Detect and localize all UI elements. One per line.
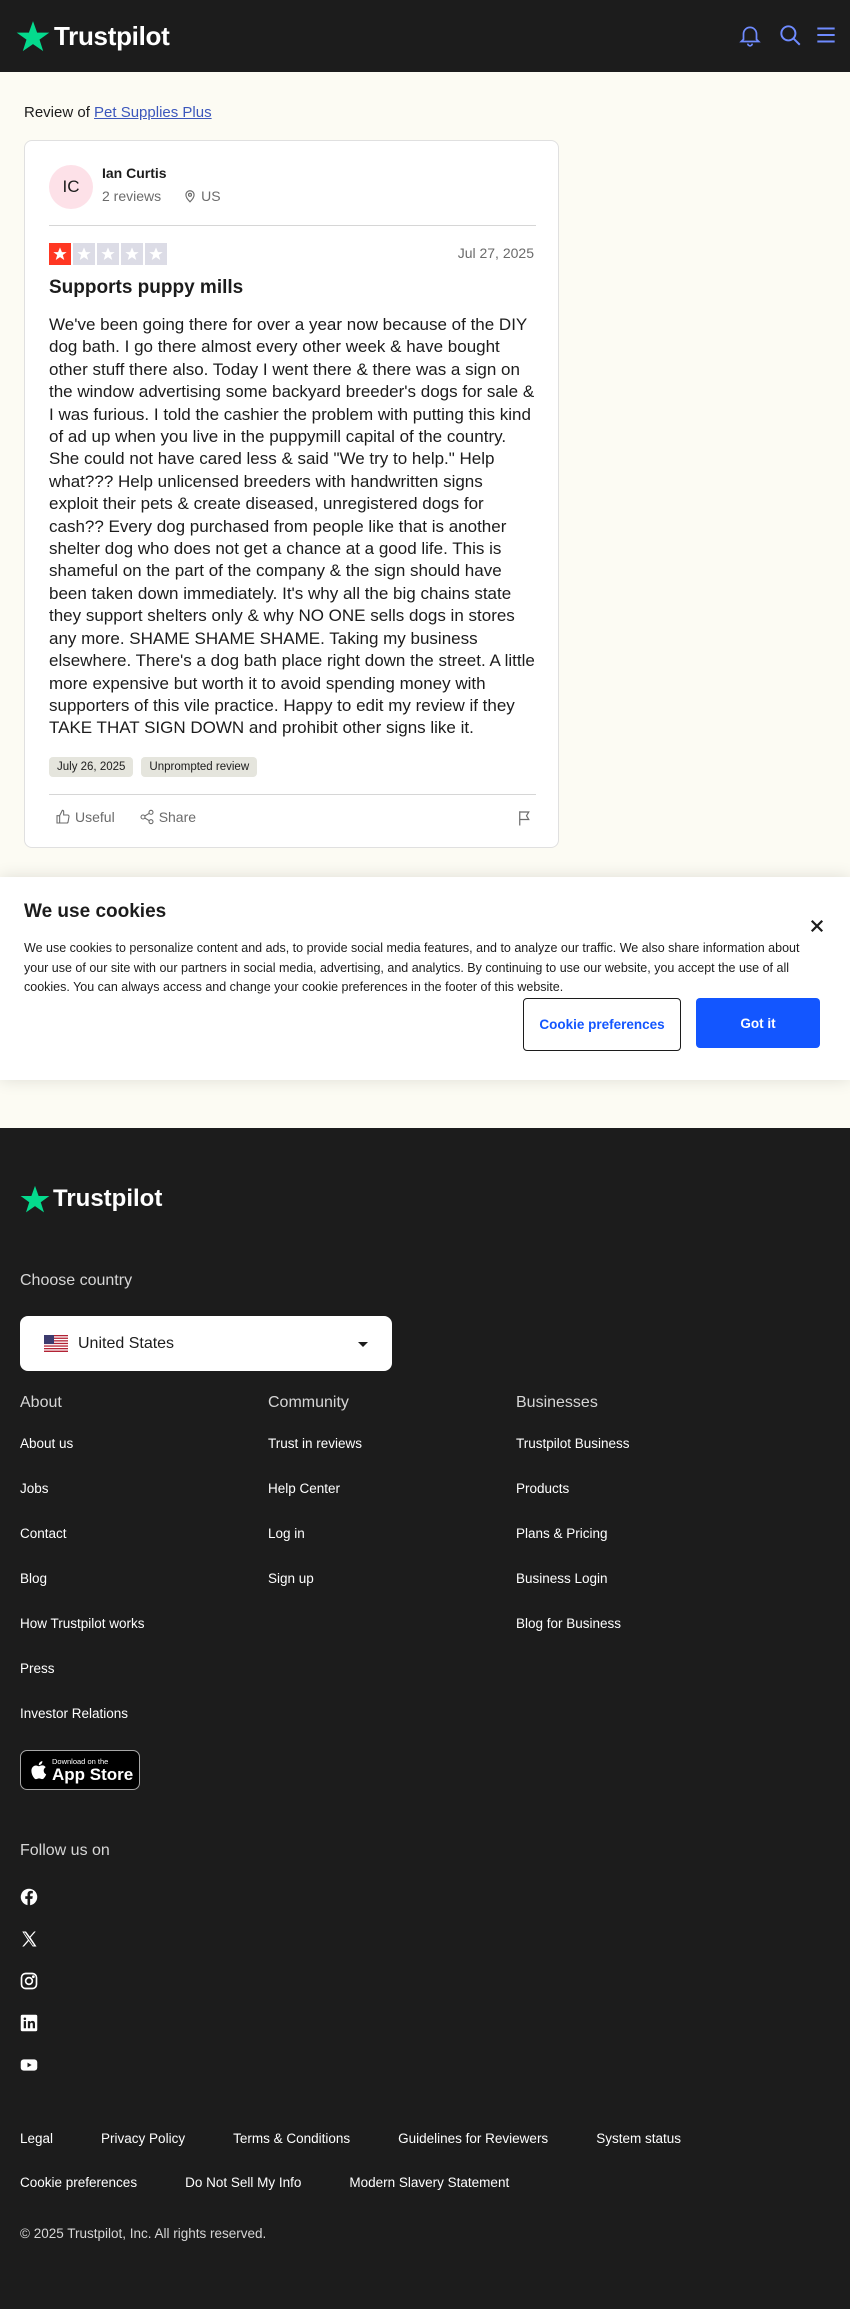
cookie-preferences-button[interactable]: Cookie preferences bbox=[523, 998, 681, 1051]
search-icon[interactable] bbox=[777, 22, 803, 48]
us-flag-icon bbox=[44, 1335, 68, 1352]
cookie-banner: We use cookies We use cookies to persona… bbox=[0, 877, 850, 1080]
share-label: Share bbox=[158, 809, 197, 825]
footer-link-trust-in-reviews[interactable]: Trust in reviews bbox=[268, 1436, 362, 1481]
footer-logo[interactable]: Trustpilot bbox=[20, 1184, 162, 1214]
instagram-icon[interactable] bbox=[20, 1972, 38, 1990]
copyright: © 2025 Trustpilot, Inc. All rights reser… bbox=[20, 2226, 267, 2241]
footer-link-privacy-policy[interactable]: Privacy Policy bbox=[101, 2131, 185, 2146]
footer-link-plans-pricing[interactable]: Plans & Pricing bbox=[516, 1526, 630, 1571]
star-icon bbox=[49, 243, 71, 265]
footer-link-help-center[interactable]: Help Center bbox=[268, 1481, 362, 1526]
share-icon bbox=[140, 809, 154, 825]
footer-link-sign-up[interactable]: Sign up bbox=[268, 1571, 362, 1616]
trustpilot-wordmark: Trustpilot bbox=[53, 1185, 163, 1212]
trustpilot-wordmark: Trustpilot bbox=[54, 20, 170, 51]
app-store-big-text: App Store bbox=[52, 1764, 134, 1784]
footer-link-investor-relations[interactable]: Investor Relations bbox=[20, 1706, 145, 1751]
footer-link-blog[interactable]: Blog bbox=[20, 1571, 145, 1616]
cookie-banner-title: We use cookies bbox=[24, 901, 167, 922]
review-body: We've been going there for over a year n… bbox=[49, 315, 535, 738]
review-card: IC Ian Curtis 2 reviews US Jul 27, 2025 … bbox=[24, 140, 559, 848]
apple-icon bbox=[31, 1761, 47, 1780]
thumbs-up-icon bbox=[56, 809, 70, 824]
accept-cookies-button[interactable]: Got it bbox=[696, 998, 820, 1048]
footer-link-terms[interactable]: Terms & Conditions bbox=[233, 2131, 350, 2146]
footer-link-products[interactable]: Products bbox=[516, 1481, 630, 1526]
star-rating bbox=[49, 243, 167, 265]
follow-us-label: Follow us on bbox=[20, 1842, 110, 1859]
choose-country-label: Choose country bbox=[20, 1272, 133, 1289]
reviewer-meta: 2 reviews US bbox=[102, 188, 221, 204]
footer: Trustpilot Choose country United States … bbox=[0, 1128, 850, 2309]
country-select[interactable]: United States bbox=[20, 1316, 392, 1371]
youtube-icon[interactable] bbox=[20, 2056, 38, 2074]
star-icon bbox=[145, 243, 167, 265]
review-type-badge: Unprompted review bbox=[141, 757, 258, 777]
footer-link-press[interactable]: Press bbox=[20, 1661, 145, 1706]
footer-link-log-in[interactable]: Log in bbox=[268, 1526, 362, 1571]
bell-icon[interactable] bbox=[737, 22, 763, 48]
footer-link-trustpilot-business[interactable]: Trustpilot Business bbox=[516, 1436, 630, 1481]
legal-links-row-1: Legal Privacy Policy Terms & Conditions … bbox=[20, 2131, 729, 2146]
location-pin-icon bbox=[185, 190, 195, 203]
review-of-breadcrumb: Review of Pet Supplies Plus bbox=[24, 104, 212, 121]
divider bbox=[49, 794, 536, 795]
star-icon bbox=[97, 243, 119, 265]
company-link[interactable]: Pet Supplies Plus bbox=[94, 104, 212, 121]
trustpilot-star-icon bbox=[20, 1185, 50, 1213]
footer-link-do-not-sell[interactable]: Do Not Sell My Info bbox=[185, 2175, 301, 2190]
share-button[interactable]: Share bbox=[139, 809, 196, 825]
review-date: Jul 27, 2025 bbox=[457, 245, 534, 261]
experience-date-badge: July 26, 2025 bbox=[49, 757, 134, 777]
footer-link-contact[interactable]: Contact bbox=[20, 1526, 145, 1571]
divider bbox=[49, 225, 536, 226]
useful-button[interactable]: Useful bbox=[55, 809, 115, 825]
review-of-prefix: Review of bbox=[24, 104, 95, 121]
footer-link-cookie-preferences[interactable]: Cookie preferences bbox=[20, 2175, 137, 2190]
footer-column-businesses: Businesses Trustpilot Business Products … bbox=[516, 1394, 630, 1661]
footer-column-title: Businesses bbox=[516, 1394, 598, 1411]
footer-link-business-login[interactable]: Business Login bbox=[516, 1571, 630, 1616]
star-icon bbox=[73, 243, 95, 265]
footer-link-about-us[interactable]: About us bbox=[20, 1436, 145, 1481]
trustpilot-logo[interactable]: Trustpilot bbox=[16, 19, 170, 53]
facebook-icon[interactable] bbox=[20, 1888, 38, 1906]
flag-icon[interactable] bbox=[516, 809, 534, 827]
footer-column-title: Community bbox=[268, 1394, 349, 1411]
chevron-down-icon bbox=[358, 1342, 368, 1347]
footer-link-legal[interactable]: Legal bbox=[20, 2131, 53, 2146]
legal-links-row-2: Cookie preferences Do Not Sell My Info M… bbox=[20, 2175, 557, 2190]
footer-column-about: About About us Jobs Contact Blog How Tru… bbox=[20, 1394, 145, 1751]
menu-icon[interactable] bbox=[813, 22, 839, 48]
footer-link-modern-slavery[interactable]: Modern Slavery Statement bbox=[349, 2175, 509, 2190]
useful-label: Useful bbox=[75, 809, 115, 825]
review-count: 2 reviews bbox=[102, 188, 162, 204]
footer-link-jobs[interactable]: Jobs bbox=[20, 1481, 145, 1526]
footer-column-title: About bbox=[20, 1394, 62, 1411]
star-icon bbox=[121, 243, 143, 265]
reviewer-country: US bbox=[201, 188, 221, 204]
footer-link-how-it-works[interactable]: How Trustpilot works bbox=[20, 1616, 145, 1661]
review-title: Supports puppy mills bbox=[49, 277, 244, 298]
linkedin-icon[interactable] bbox=[20, 2014, 38, 2032]
top-navigation-bar: Trustpilot bbox=[0, 0, 850, 72]
trustpilot-star-icon bbox=[16, 21, 50, 52]
footer-link-blog-for-business[interactable]: Blog for Business bbox=[516, 1616, 630, 1661]
review-actions: Useful Share bbox=[55, 809, 220, 825]
footer-column-community: Community Trust in reviews Help Center L… bbox=[268, 1394, 362, 1616]
avatar[interactable]: IC bbox=[49, 165, 93, 209]
review-tags: July 26, 2025 Unprompted review bbox=[49, 757, 258, 777]
reviewer-name[interactable]: Ian Curtis bbox=[102, 165, 167, 181]
cookie-banner-text: We use cookies to personalize content an… bbox=[24, 941, 800, 994]
footer-link-system-status[interactable]: System status bbox=[596, 2131, 681, 2146]
footer-link-guidelines[interactable]: Guidelines for Reviewers bbox=[398, 2131, 548, 2146]
app-store-button[interactable]: Download on the App Store bbox=[20, 1750, 140, 1790]
x-icon[interactable] bbox=[20, 1930, 38, 1948]
selected-country: United States bbox=[78, 1334, 175, 1352]
close-icon[interactable] bbox=[808, 917, 826, 935]
